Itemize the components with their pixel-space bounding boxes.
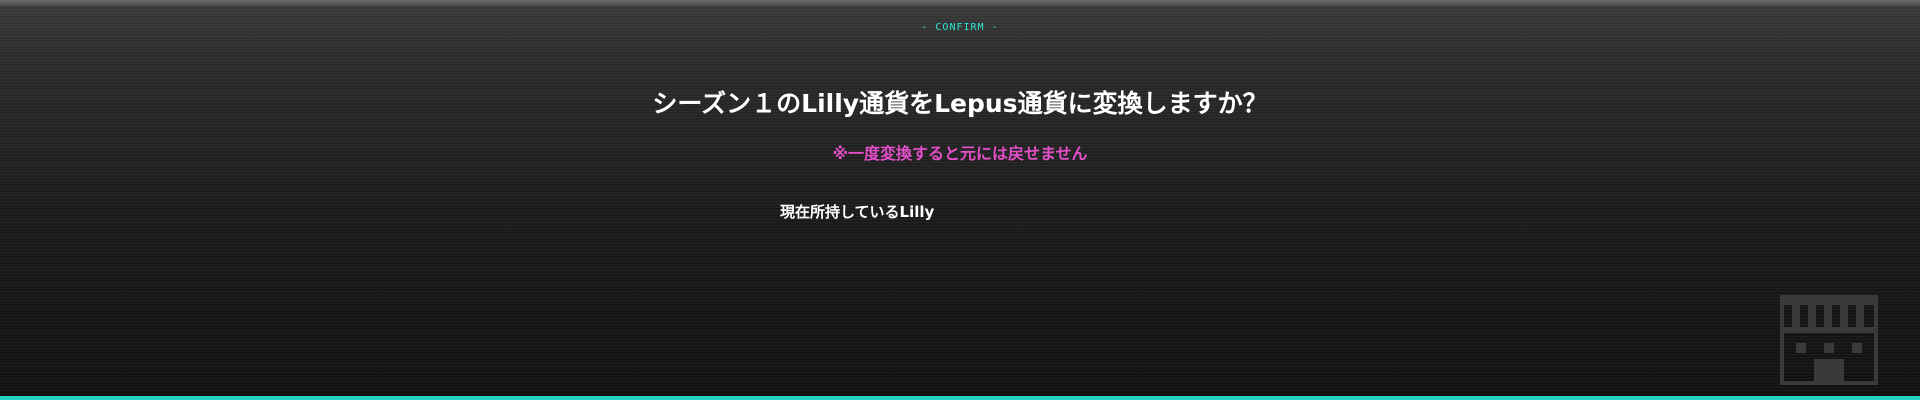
- shop-icon: [1780, 295, 1878, 385]
- current-lilly-label: 現在所持しているLilly: [780, 203, 935, 221]
- top-border: [0, 0, 1920, 6]
- dialog-header-label: - CONFIRM -: [921, 22, 999, 33]
- bottom-accent-bar: [0, 396, 1920, 400]
- confirm-question: シーズン１のLilly通貨をLepus通貨に変換しますか？: [652, 89, 1268, 118]
- irreversible-warning: ※一度変換すると元には戻せません: [832, 144, 1088, 163]
- confirm-dialog: - CONFIRM - シーズン１のLilly通貨をLepus通貨に変換しますか…: [0, 0, 1920, 400]
